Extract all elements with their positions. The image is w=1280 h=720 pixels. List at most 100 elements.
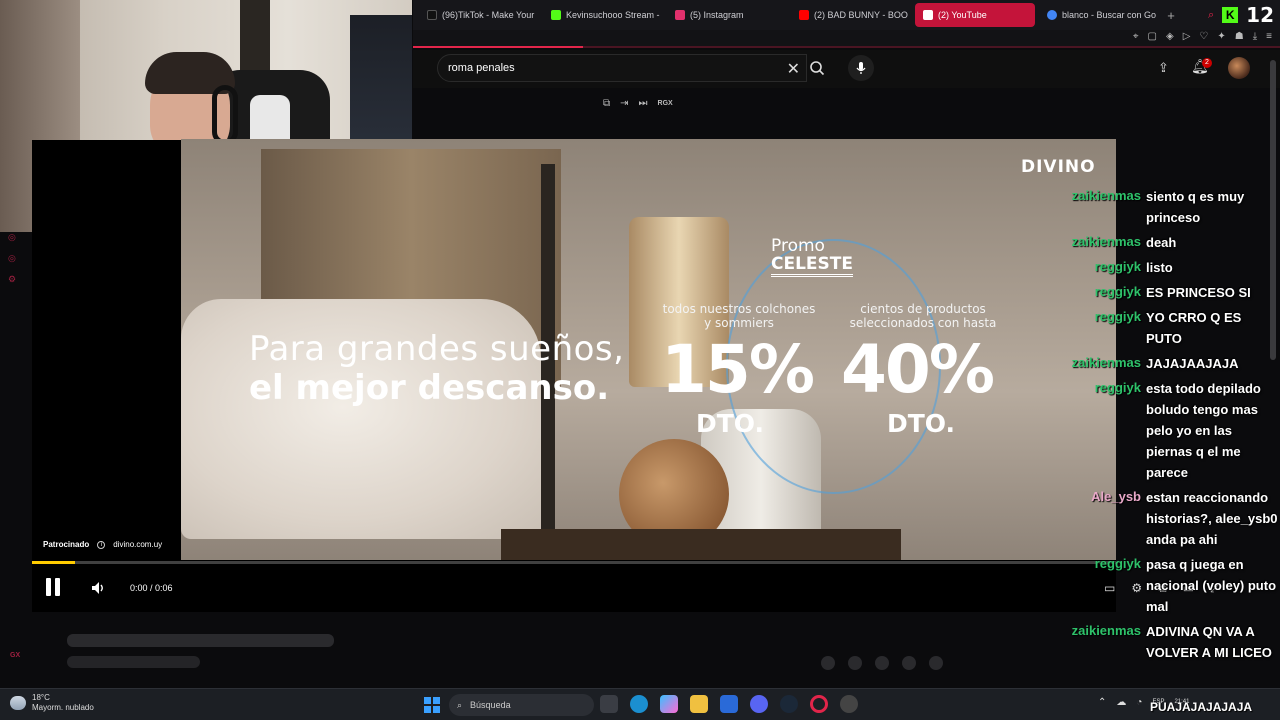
rgx-button[interactable]: RGX: [658, 100, 673, 107]
popout-icon[interactable]: ⧉: [603, 98, 610, 109]
search-icon: [810, 61, 825, 76]
microphone-icon: [856, 62, 866, 74]
profile-icon[interactable]: ☗: [1235, 31, 1244, 42]
search-icon: ⌕: [457, 699, 463, 710]
chat-username[interactable]: reggiyk: [1060, 554, 1146, 573]
info-icon[interactable]: i: [97, 540, 106, 549]
offer-right-dto: DTO.: [887, 409, 956, 438]
gx-logo-icon[interactable]: GX: [10, 652, 20, 659]
search-query[interactable]: roma penales: [448, 62, 515, 74]
tab-bad-bunny[interactable]: (2) BAD BUNNY - BOO: [791, 3, 911, 27]
menu-icon[interactable]: ≡: [1266, 31, 1272, 42]
action-placeholders: [821, 656, 943, 670]
address-toolbar: ⌖ ▢ ◈ ▷ ♡ ✦ ☗ ⤓ ≡: [413, 30, 1280, 48]
discord-icon[interactable]: [750, 695, 768, 713]
cloud-icon: [10, 696, 26, 710]
new-tab-button[interactable]: +: [1163, 8, 1179, 23]
offer-left-percent: 15%: [661, 331, 815, 408]
copilot-icon[interactable]: [660, 695, 678, 713]
chat-message: Ale_ysb estan reaccionando historias?, al…: [1060, 487, 1280, 550]
store-icon[interactable]: [720, 695, 738, 713]
extensions-icon[interactable]: ✦: [1217, 31, 1225, 42]
subtitle-placeholder: [67, 656, 200, 668]
pin-icon[interactable]: ⌖: [1133, 31, 1139, 42]
weather-widget[interactable]: 18°C Mayorm. nublado: [10, 693, 94, 713]
avatar[interactable]: [1228, 57, 1250, 79]
chat-username[interactable]: reggiyk: [1060, 378, 1146, 397]
edge-icon[interactable]: [630, 695, 648, 713]
volume-icon[interactable]: [90, 580, 106, 596]
weather-desc: Mayorm. nublado: [32, 703, 94, 712]
chat-message-text: YO CRRO Q ES PUTO: [1146, 310, 1242, 346]
sidebar-icon-2[interactable]: ◎: [8, 253, 16, 264]
youtube-icon: [799, 10, 809, 20]
chat-username[interactable]: zaikienmas: [1060, 186, 1146, 205]
chat-username[interactable]: Ale_ysb: [1060, 487, 1146, 506]
settings-icon[interactable]: ⚙: [8, 274, 16, 285]
tab-instagram[interactable]: (5) Instagram: [667, 3, 787, 27]
chat-message: zaikienmas deah: [1060, 232, 1280, 253]
chat-username[interactable]: reggiyk: [1060, 307, 1146, 326]
download-icon[interactable]: ⤓: [1253, 31, 1257, 42]
start-button[interactable]: [424, 697, 440, 713]
kick-logo-icon: K: [1222, 7, 1239, 23]
cloud-sync-icon[interactable]: ☁: [1116, 697, 1126, 708]
windows-taskbar: 18°C Mayorm. nublado ⌕ Búsqueda ⌃ ☁ ◔ ES…: [0, 688, 1280, 720]
snapshot-icon[interactable]: ▢: [1148, 31, 1157, 42]
tab-kick[interactable]: Kevinsuchooo Stream -: [543, 3, 663, 27]
video-progress-bar[interactable]: [32, 561, 1116, 564]
upload-icon[interactable]: ⇪: [1158, 60, 1169, 76]
browser-sidebar: ◎ ◎ ⚙: [8, 232, 16, 285]
extension-toolbar: ⧉ ⇥ ⏭ RGX: [603, 98, 673, 109]
sponsor-url[interactable]: divino.com.uy: [113, 540, 162, 549]
chat-username[interactable]: zaikienmas: [1060, 621, 1146, 640]
ad-headline-2: el mejor descanso.: [249, 368, 610, 408]
title-placeholder: [67, 634, 334, 647]
chevron-up-icon[interactable]: ⌃: [1098, 697, 1106, 708]
steam-icon[interactable]: [780, 695, 798, 713]
search-tabs-icon[interactable]: ⌕: [1208, 9, 1214, 22]
chat-message-text: deah: [1146, 235, 1177, 250]
file-explorer-icon[interactable]: [600, 695, 618, 713]
pause-button[interactable]: [46, 578, 64, 598]
instagram-icon: [675, 10, 685, 20]
chat-message: zaikienmas JAJAJAAJAJA: [1060, 353, 1280, 374]
network-icon[interactable]: ◔: [1136, 697, 1142, 708]
chat-message-text: siento q es muy princeso: [1146, 189, 1245, 225]
offer-right-desc: cientos de productos seleccionados con h…: [849, 302, 997, 330]
chat-username[interactable]: reggiyk: [1060, 257, 1146, 276]
taskbar-apps: [600, 695, 858, 713]
offer-right-percent: 40%: [841, 331, 995, 408]
chat-username[interactable]: zaikienmas: [1060, 353, 1146, 372]
chat-message-text: JAJAJAAJAJA: [1146, 356, 1239, 371]
heart-icon[interactable]: ♡: [1199, 31, 1208, 42]
tab-google[interactable]: blanco - Buscar con Go: [1039, 3, 1159, 27]
chat-message-text: esta todo depilado boludo tengo mas pelo…: [1146, 381, 1261, 480]
chat-username[interactable]: reggiyk: [1060, 282, 1146, 301]
shield-icon[interactable]: ◈: [1166, 31, 1174, 42]
play-icon[interactable]: ▷: [1183, 31, 1191, 42]
chat-message-text: listo: [1146, 260, 1173, 275]
chat-overlay-caption: PUAJAJAJAJAJA: [1150, 700, 1253, 714]
chat-message-text: ADIVINA QN VA A VOLVER A MI LICEO: [1146, 624, 1272, 660]
clear-search-icon[interactable]: ✕: [787, 59, 800, 79]
taskbar-search[interactable]: ⌕ Búsqueda: [449, 694, 594, 716]
weather-temp: 18°C: [32, 693, 50, 702]
tab-tiktok[interactable]: (96)TikTok - Make Your: [419, 3, 539, 27]
voice-search-button[interactable]: [848, 55, 874, 81]
skip-icon[interactable]: ⏭: [639, 98, 648, 109]
sponsored-label: Patrocinado i divino.com.uy: [43, 540, 162, 549]
sidebar-icon-1[interactable]: ◎: [8, 232, 16, 243]
ad-video-frame[interactable]: DIVINO Para grandes sueños, el mejor des…: [181, 139, 1116, 560]
folder-icon[interactable]: [690, 695, 708, 713]
enter-icon[interactable]: ⇥: [620, 98, 628, 109]
search-input[interactable]: roma penales ✕: [437, 54, 807, 82]
tab-youtube[interactable]: (2) YouTube: [915, 3, 1035, 27]
screen: ◎ ◎ ⚙ GX (96)TikTok - Make Your Kevinsuc…: [0, 0, 1280, 720]
opera-gx-icon[interactable]: [810, 695, 828, 713]
search-button[interactable]: [801, 54, 833, 82]
app-icon[interactable]: [840, 695, 858, 713]
offer-left-desc: todos nuestros colchones y sommiers: [662, 302, 816, 330]
chat-username[interactable]: zaikienmas: [1060, 232, 1146, 251]
chat-message: reggiyk listo: [1060, 257, 1280, 278]
